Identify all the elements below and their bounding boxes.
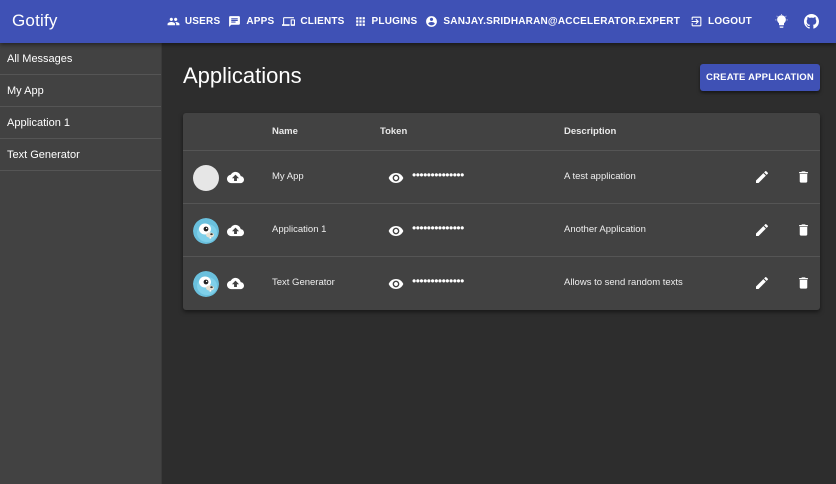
eye-icon bbox=[388, 173, 404, 183]
pencil-icon bbox=[756, 276, 769, 289]
nav-apps-button[interactable]: APPS bbox=[228, 0, 274, 43]
sidebar-item-text-generator[interactable]: Text Generator bbox=[0, 139, 161, 171]
table-header: Name Token Description bbox=[183, 113, 820, 151]
app-brand[interactable]: Gotify bbox=[12, 11, 58, 31]
trash-icon bbox=[799, 171, 808, 183]
delete-app-button[interactable] bbox=[796, 275, 811, 291]
nav-users-button[interactable]: USERS bbox=[167, 0, 220, 43]
cloud-upload-icon bbox=[227, 171, 244, 184]
app-bar: Gotify USERS APPS CLIENTS PLUGINS SANJAY… bbox=[0, 0, 836, 43]
delete-app-button[interactable] bbox=[796, 169, 811, 185]
users-icon bbox=[167, 15, 180, 28]
lightbulb-icon bbox=[774, 14, 789, 29]
nav-clients-button[interactable]: CLIENTS bbox=[282, 0, 344, 43]
column-header-description: Description bbox=[564, 126, 617, 137]
upload-image-button[interactable] bbox=[227, 169, 244, 186]
app-name: Application 1 bbox=[272, 224, 327, 235]
sidebar-item-application-1[interactable]: Application 1 bbox=[0, 107, 161, 139]
table-row: Application 1 •••••••••••••• Another App… bbox=[183, 204, 820, 257]
app-image-blank bbox=[193, 165, 219, 191]
table-row: My App •••••••••••••• A test application bbox=[183, 151, 820, 204]
account-circle-icon bbox=[425, 15, 438, 28]
app-name: My App bbox=[272, 171, 304, 182]
nav-clients-label: CLIENTS bbox=[300, 16, 345, 27]
upload-image-button[interactable] bbox=[227, 222, 244, 239]
cloud-upload-icon bbox=[227, 277, 244, 290]
nav-plugins-button[interactable]: PLUGINS bbox=[354, 0, 418, 43]
applications-table: Name Token Description My App ••••••••••… bbox=[183, 113, 820, 310]
app-description: A test application bbox=[564, 171, 636, 182]
top-nav: USERS APPS CLIENTS PLUGINS SANJAY.SRIDHA… bbox=[167, 0, 836, 43]
nav-user-button[interactable]: SANJAY.SRIDHARAN@ACCELERATOR.EXPERT bbox=[425, 0, 680, 43]
devices-icon bbox=[282, 15, 296, 28]
upload-image-button[interactable] bbox=[227, 275, 244, 292]
show-token-button[interactable] bbox=[388, 170, 404, 186]
page-title: Applications bbox=[183, 63, 302, 88]
pencil-icon bbox=[756, 223, 769, 236]
edit-app-button[interactable] bbox=[754, 222, 770, 238]
chat-icon bbox=[228, 15, 241, 28]
app-token: •••••••••••••• bbox=[412, 168, 464, 182]
sidebar-item-all-messages[interactable]: All Messages bbox=[0, 43, 161, 75]
nav-logout-button[interactable]: LOGOUT bbox=[690, 0, 752, 43]
nav-user-label: SANJAY.SRIDHARAN@ACCELERATOR.EXPERT bbox=[443, 16, 681, 27]
eye-icon bbox=[388, 279, 404, 289]
gopher-avatar bbox=[193, 218, 219, 244]
column-header-token: Token bbox=[380, 126, 408, 137]
edit-app-button[interactable] bbox=[754, 169, 770, 185]
nav-users-label: USERS bbox=[184, 16, 221, 27]
edit-app-button[interactable] bbox=[754, 275, 770, 291]
app-description: Allows to send random texts bbox=[564, 277, 683, 288]
trash-icon bbox=[799, 277, 808, 289]
nav-apps-label: APPS bbox=[246, 16, 275, 27]
nav-plugins-label: PLUGINS bbox=[371, 16, 418, 27]
show-token-button[interactable] bbox=[388, 276, 404, 292]
sidebar: All Messages My App Application 1 Text G… bbox=[0, 43, 162, 484]
trash-icon bbox=[799, 224, 808, 236]
column-header-name: Name bbox=[272, 126, 298, 137]
github-icon bbox=[803, 14, 819, 29]
cloud-upload-icon bbox=[227, 224, 244, 237]
create-application-button[interactable]: CREATE APPLICATION bbox=[700, 64, 820, 91]
exit-icon bbox=[690, 15, 703, 28]
github-link-button[interactable] bbox=[796, 0, 826, 43]
eye-icon bbox=[388, 226, 404, 236]
sidebar-item-my-app[interactable]: My App bbox=[0, 75, 161, 107]
app-token: •••••••••••••• bbox=[412, 274, 464, 288]
table-row: Text Generator •••••••••••••• Allows to … bbox=[183, 257, 820, 310]
delete-app-button[interactable] bbox=[796, 222, 811, 238]
app-name: Text Generator bbox=[272, 277, 335, 288]
pencil-icon bbox=[756, 170, 769, 183]
gopher-avatar bbox=[193, 271, 219, 297]
apps-grid-icon bbox=[354, 15, 367, 28]
show-token-button[interactable] bbox=[388, 223, 404, 239]
nav-logout-label: LOGOUT bbox=[708, 16, 752, 27]
app-description: Another Application bbox=[564, 224, 646, 235]
app-token: •••••••••••••• bbox=[412, 221, 464, 235]
theme-toggle-button[interactable] bbox=[766, 0, 796, 43]
